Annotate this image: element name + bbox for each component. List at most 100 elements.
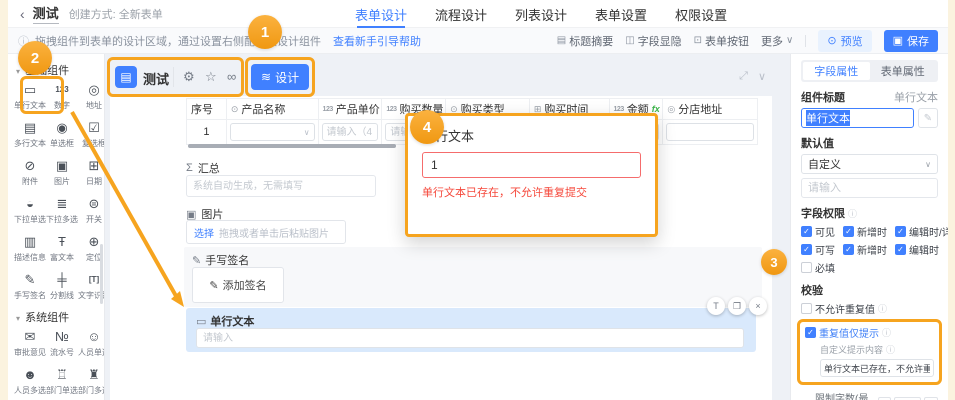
palette-item-image[interactable]: ▣ 图片 bbox=[46, 158, 78, 187]
info-icon: ⓘ bbox=[878, 304, 888, 314]
palette-item-dropdown-single[interactable]: ◒ 下拉单选 bbox=[14, 196, 46, 225]
custom-tip-input[interactable] bbox=[820, 359, 934, 377]
delete-icon[interactable]: × bbox=[749, 297, 767, 315]
tab-form-design[interactable]: 表单设计 bbox=[355, 0, 407, 28]
checkbox-required[interactable]: 必填 bbox=[801, 260, 835, 275]
sub-actions: ▤ 标题摘要 ◫ 字段显隐 ⊡ 表单按钮 更多 ∨ ⊙ 预览 ▣ 保存 bbox=[557, 29, 938, 52]
palette-item-dept-single[interactable]: ♖ 部门单选 bbox=[46, 367, 78, 396]
tab-list-design[interactable]: 列表设计 bbox=[515, 0, 567, 28]
save-button[interactable]: ▣ 保存 bbox=[883, 29, 938, 52]
expand-icon[interactable]: ⤢ bbox=[739, 70, 748, 83]
save-label: 保存 bbox=[907, 35, 929, 48]
person-icon: ☺ bbox=[87, 329, 101, 344]
field-title-action-icon[interactable]: ✎ bbox=[918, 108, 938, 128]
stepper-plus-button[interactable]: + bbox=[924, 396, 939, 400]
checkbox-writable[interactable]: 可写 bbox=[801, 242, 835, 257]
checkbox-on-edit-detail[interactable]: 编辑时/详情时 bbox=[895, 224, 948, 239]
palette-item-member-multi[interactable]: ☻ 人员多选 bbox=[14, 367, 46, 396]
system-section-title[interactable]: ▾ 系统组件 bbox=[8, 301, 104, 327]
collapse-chevron-icon[interactable]: ∨ bbox=[758, 70, 766, 83]
basic-section-title[interactable]: ▾ 基础组件 bbox=[8, 54, 104, 80]
cb-label: 新增时 bbox=[857, 228, 887, 239]
design-button[interactable]: ≋ 设计 bbox=[251, 64, 310, 90]
palette-label: 地址 bbox=[86, 101, 102, 110]
product-price-input[interactable] bbox=[321, 123, 379, 141]
palette-item-checkbox[interactable]: ☑ 复选框 bbox=[78, 120, 104, 149]
preview-button[interactable]: ⊙ 预览 bbox=[818, 29, 872, 52]
more-menu[interactable]: 更多 ∨ bbox=[761, 33, 793, 49]
signature-field[interactable]: ✎ 手写签名 ✎ 添加签名 bbox=[184, 247, 762, 307]
palette-item-radio[interactable]: ◉ 单选框 bbox=[46, 120, 78, 149]
palette-item-member-single[interactable]: ☺ 人员单选 bbox=[78, 329, 104, 358]
choose-link[interactable]: 选择 bbox=[194, 225, 214, 240]
palette-item-number[interactable]: 123 数字 bbox=[46, 82, 78, 111]
palette-item-description[interactable]: ▥ 描述信息 bbox=[14, 234, 46, 263]
cell-seq: 1 bbox=[187, 120, 227, 144]
checkbox-visible[interactable]: 可见 bbox=[801, 224, 835, 239]
tab-form-settings[interactable]: 表单设置 bbox=[595, 0, 647, 28]
tab-flow-design[interactable]: 流程设计 bbox=[435, 0, 487, 28]
image-upload-box[interactable]: 选择 拖拽或者单击后粘贴图片 bbox=[186, 220, 346, 244]
checkbox-duplicate-tip[interactable]: 重复值仅提示ⓘ bbox=[805, 325, 891, 340]
add-signature-button[interactable]: ✎ 添加签名 bbox=[192, 267, 284, 303]
signature-label-text: 手写签名 bbox=[205, 255, 250, 267]
tab-form-properties[interactable]: 表单属性 bbox=[870, 62, 937, 80]
summary-input[interactable] bbox=[186, 175, 376, 197]
component-title-input[interactable]: 单行文本 bbox=[801, 108, 914, 128]
checkbox-write-on-create[interactable]: 新增时 bbox=[843, 242, 887, 257]
people-icon: ☻ bbox=[23, 367, 37, 382]
palette-item-serial-number[interactable]: № 流水号 bbox=[46, 329, 78, 358]
checkbox-on-create[interactable]: 新增时 bbox=[843, 224, 887, 239]
form-button-button[interactable]: ⊡ 表单按钮 bbox=[694, 33, 749, 49]
selected-field-input[interactable] bbox=[196, 328, 744, 348]
number-field-icon: 123 bbox=[613, 105, 625, 113]
title-summary-button[interactable]: ▤ 标题摘要 bbox=[557, 33, 613, 49]
checkbox-write-on-edit[interactable]: 编辑时 bbox=[895, 242, 939, 257]
palette-label: 日期 bbox=[86, 177, 102, 186]
rich-text-icon: Ŧ bbox=[58, 234, 66, 249]
palette-item-signature[interactable]: ✎ 手写签名 bbox=[14, 272, 46, 301]
default-value-select[interactable]: 自定义 ∨ bbox=[801, 154, 938, 174]
tab-permission-settings[interactable]: 权限设置 bbox=[675, 0, 727, 28]
guide-link[interactable]: 查看新手引导帮助 bbox=[333, 33, 421, 49]
selected-single-line-text-field[interactable]: ▭ 单行文本 bbox=[186, 308, 756, 352]
palette-label: 人员多选 bbox=[14, 386, 46, 395]
default-value-input[interactable] bbox=[801, 178, 938, 198]
form-title[interactable]: 测试 bbox=[32, 3, 59, 24]
gear-icon[interactable]: ⚙ bbox=[183, 69, 195, 85]
checkbox-no-duplicate[interactable]: 不允许重复值 ⓘ bbox=[801, 301, 887, 316]
form-button-icon: ⊡ bbox=[693, 35, 703, 46]
palette-item-dropdown-multi[interactable]: ≣ 下拉多选 bbox=[46, 196, 78, 225]
stepper-value[interactable]: 120 bbox=[894, 396, 922, 400]
copy-icon[interactable]: ❐ bbox=[728, 297, 746, 315]
palette-item-dept-multi[interactable]: ♜ 部门多选 bbox=[78, 367, 104, 396]
product-name-select[interactable]: ∨ bbox=[229, 123, 315, 141]
palette-item-multi-line-text[interactable]: ▤ 多行文本 bbox=[14, 120, 46, 149]
divider bbox=[805, 34, 807, 47]
form-app-icon[interactable]: ▤ bbox=[115, 66, 137, 88]
stepper-minus-button[interactable]: − bbox=[877, 396, 892, 400]
form-subtitle: 创建方式: 全新表单 bbox=[68, 8, 163, 21]
link-icon[interactable]: ∞ bbox=[227, 69, 236, 84]
pen-icon: ✎ bbox=[24, 272, 36, 287]
popup-field-input[interactable] bbox=[422, 152, 641, 178]
palette-label: 流水号 bbox=[50, 348, 74, 357]
palette-item-attachment[interactable]: ⊘ 附件 bbox=[14, 158, 46, 187]
field-visibility-button[interactable]: ◫ 字段显隐 bbox=[625, 33, 681, 49]
tab-field-properties[interactable]: 字段属性 bbox=[803, 62, 870, 80]
palette-item-divider[interactable]: ╪ 分割线 bbox=[46, 272, 78, 301]
back-icon[interactable]: ‹ bbox=[20, 6, 25, 22]
palette-item-approval-comment[interactable]: ✉ 审批意见 bbox=[14, 329, 46, 358]
palette-item-address[interactable]: ◎ 地址 bbox=[78, 82, 104, 111]
radio-icon: ◉ bbox=[56, 120, 68, 135]
star-icon[interactable]: ☆ bbox=[205, 69, 217, 85]
palette-item-rich-text[interactable]: Ŧ 富文本 bbox=[46, 234, 78, 263]
table-horizontal-scrollbar[interactable] bbox=[188, 144, 396, 148]
store-address-input[interactable] bbox=[666, 123, 754, 141]
text-style-action-icon[interactable]: T bbox=[707, 297, 725, 315]
sidebar-scrollbar[interactable] bbox=[100, 244, 103, 304]
palette-item-switch[interactable]: ⊜ 开关 bbox=[78, 196, 104, 225]
palette-item-single-line-text[interactable]: ▭ 单行文本 bbox=[14, 82, 46, 111]
duplicate-tip-row: 重复值仅提示ⓘ bbox=[805, 325, 934, 340]
palette-item-date[interactable]: ⊞ 日期 bbox=[78, 158, 104, 187]
